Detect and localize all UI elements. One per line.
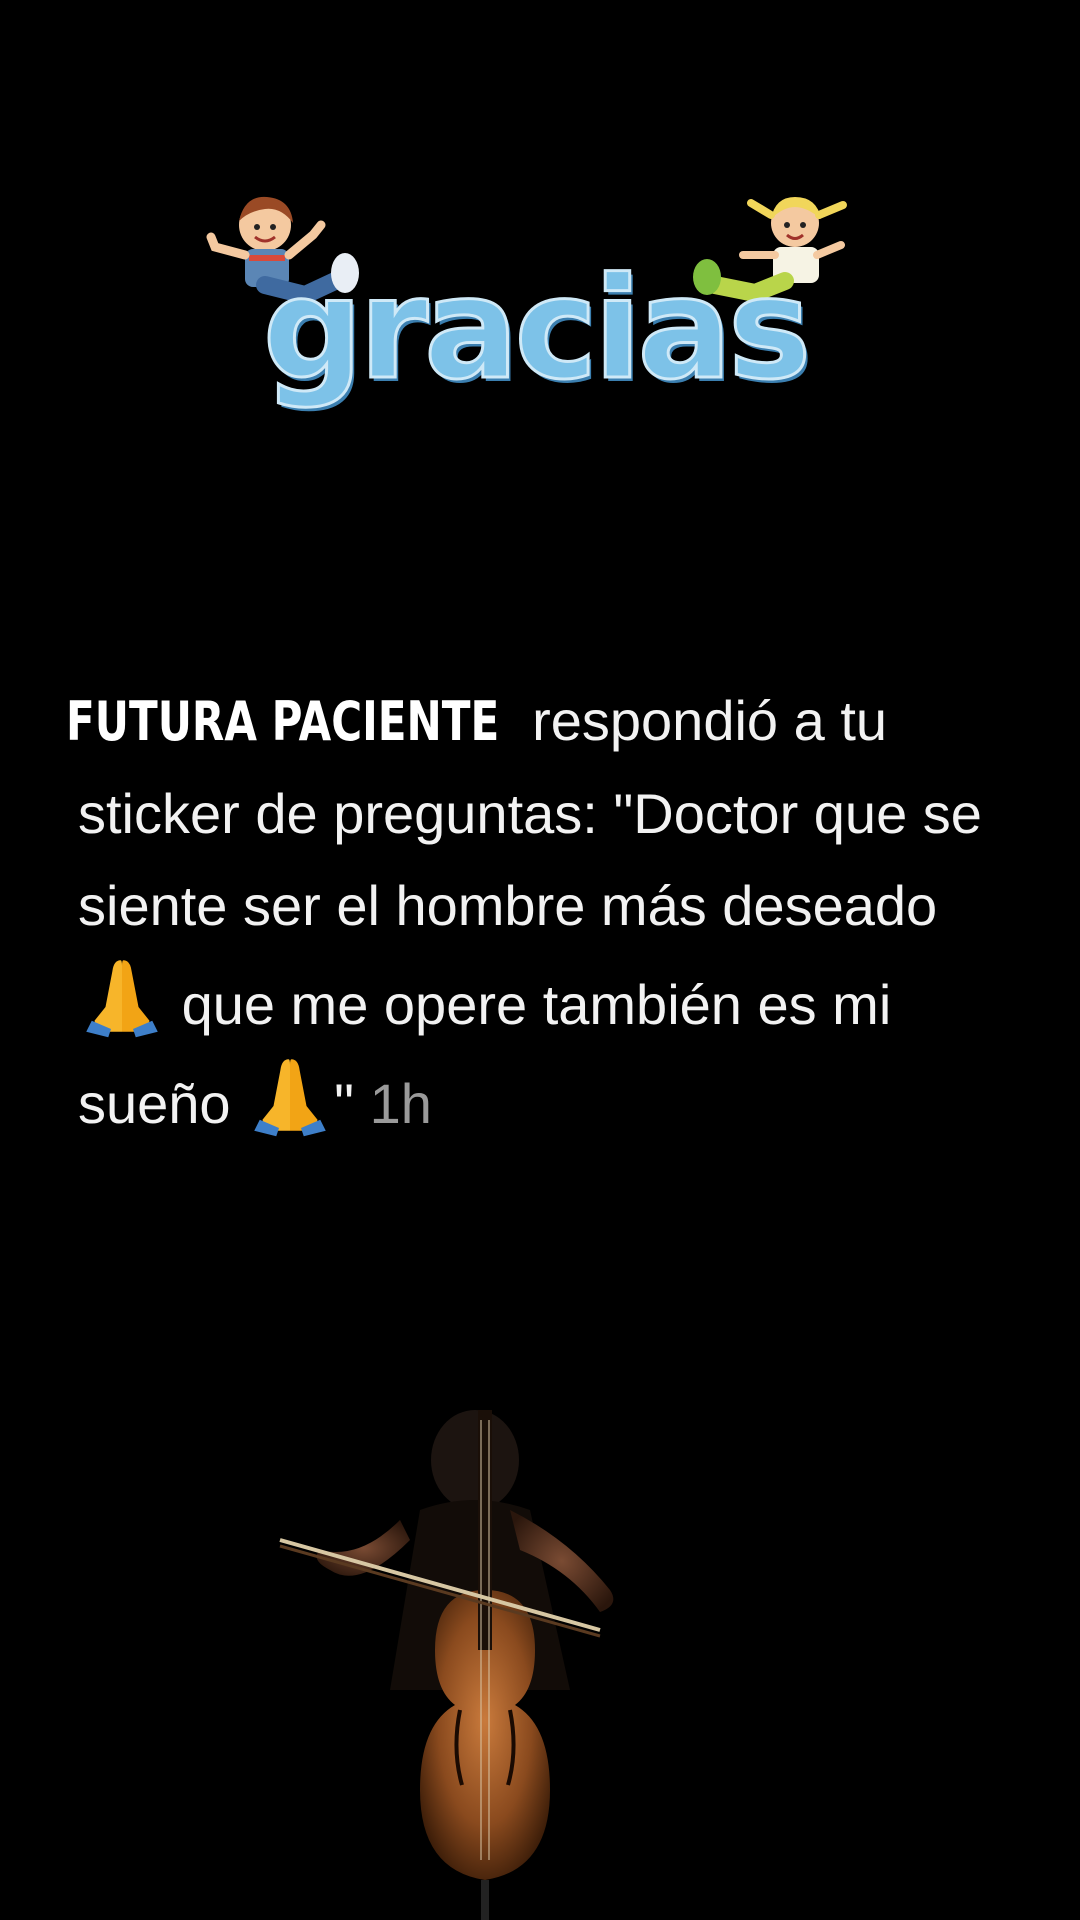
timestamp: 1h: [369, 1072, 432, 1135]
folded-hands-icon: [78, 952, 166, 1040]
gracias-text: gracias: [261, 248, 813, 411]
cellist-image: [270, 1390, 700, 1920]
gracias-sticker[interactable]: gracias: [195, 185, 875, 425]
username[interactable]: FUTURA PACIENTE: [66, 676, 499, 768]
reply-message-text-2: que me opere también es mi sueño: [78, 973, 892, 1135]
reply-message-end: ": [334, 1072, 355, 1135]
cellist-photo-icon: [279, 1410, 614, 1920]
question-reply-message: FUTURA PACIENTE respondió a tu sticker d…: [66, 675, 1038, 1150]
story-canvas: gracias FUTURA PACIENTE respondió a tu s…: [0, 0, 1080, 1920]
folded-hands-icon: [246, 1051, 334, 1139]
